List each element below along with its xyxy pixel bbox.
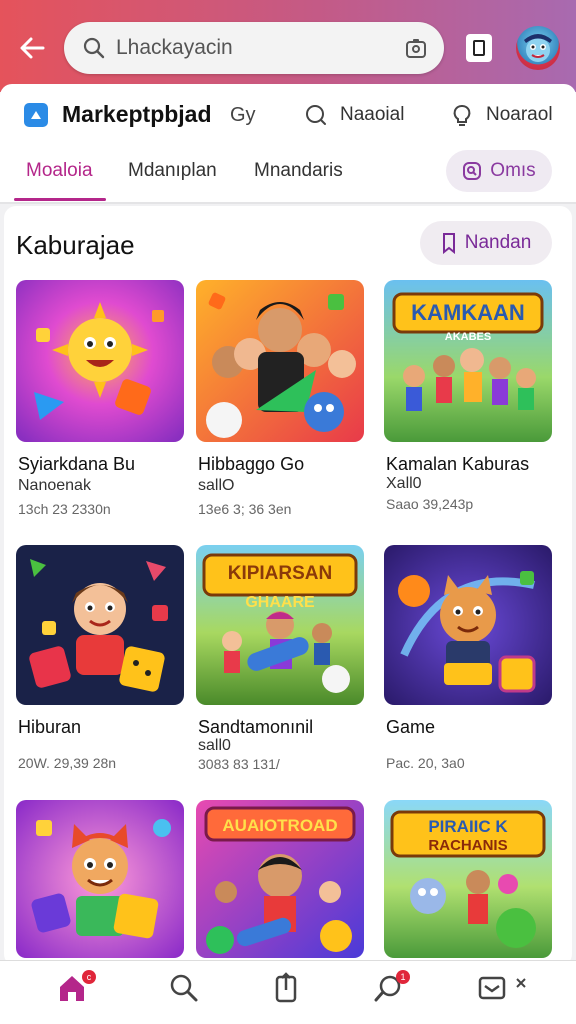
- divider: [0, 202, 576, 204]
- tab-mdaniplan[interactable]: Mdanıplan: [128, 160, 217, 182]
- thumb-banner-text: KAMKAAN: [411, 300, 525, 325]
- header-nav-label: Naaoial: [340, 104, 405, 125]
- app-thumbnail: PIRAIIC K RACHANIS: [384, 800, 552, 958]
- app-card[interactable]: AUAIOTROAD: [196, 800, 364, 960]
- app-card[interactable]: KAMKAAN AKABES Kamalan Kaburas Xall0 Saa…: [384, 280, 552, 530]
- nav-search-button[interactable]: [166, 970, 202, 1006]
- app-thumbnail: [196, 280, 364, 442]
- section-title: Kaburajae: [16, 230, 135, 260]
- tab-moaloia[interactable]: Moaloia: [26, 160, 93, 182]
- upload-icon: [275, 972, 297, 1003]
- app-meta: 13e6 3; 36 3en: [198, 501, 292, 517]
- app-meta: Pac. 20, 3a0: [386, 755, 465, 771]
- section-action-label: Nandan: [464, 232, 532, 253]
- avatar-face-icon: [524, 34, 552, 62]
- nav-inbox-button[interactable]: [474, 970, 510, 1006]
- app-subtitle: Nanoenak: [18, 477, 91, 494]
- thumb-banner-subtext: AKABES: [445, 331, 491, 343]
- app-title: Hibbaggo Go: [198, 454, 305, 474]
- app-title: Hiburan: [18, 717, 82, 737]
- thumb-banner-subtext: GHAARE: [245, 594, 315, 611]
- app-meta: 3083 83 131/: [198, 756, 280, 772]
- app-card[interactable]: Syiarkdana Bu Nanoenak 13ch 23 2330n: [16, 280, 184, 530]
- section-action-button[interactable]: Nandan: [420, 221, 552, 265]
- bookmark-icon: [442, 233, 455, 254]
- search-icon: [83, 37, 105, 59]
- app-thumbnail: [16, 280, 184, 442]
- more-indicator[interactable]: [514, 976, 528, 993]
- app-subtitle: Xall0: [386, 475, 422, 492]
- app-thumbnail: KIPIARSAN GHAARE: [196, 545, 364, 705]
- bookmark-icon: [473, 40, 485, 56]
- avatar[interactable]: [516, 26, 560, 70]
- search-icon: [170, 974, 198, 1002]
- bookmark-button[interactable]: [466, 34, 492, 62]
- app-card[interactable]: Hiburan 20W. 29,39 28n: [16, 545, 184, 785]
- app-title: Sandtamonınil: [198, 717, 314, 737]
- brand-title: Markeptpbjad: [62, 101, 212, 127]
- filter-pill-label: Omıs: [490, 160, 536, 181]
- filter-pill-button[interactable]: Omıs: [446, 150, 552, 192]
- app-meta: Saao 39,243p: [386, 496, 474, 512]
- app-card[interactable]: PIRAIIC K RACHANIS: [384, 800, 552, 960]
- thumb-banner-text: AUAIOTROAD: [222, 816, 337, 835]
- camera-icon[interactable]: [404, 36, 428, 60]
- search-bar[interactable]: [64, 22, 444, 74]
- app-title: Syiarkdana Bu: [18, 454, 136, 474]
- back-button[interactable]: [12, 28, 52, 68]
- app-card[interactable]: [16, 800, 184, 960]
- app-card[interactable]: Hibbaggo Go sallO 13e6 3; 36 3en: [196, 280, 364, 530]
- close-icon: [516, 978, 526, 988]
- app-logo-icon: [24, 103, 48, 127]
- active-tab-indicator: [14, 198, 106, 201]
- tab-mnandaris[interactable]: Mnandaris: [254, 160, 343, 182]
- app-thumbnail: [16, 800, 184, 958]
- app-thumbnail: AUAIOTROAD: [196, 800, 364, 958]
- chat-badge: 1: [396, 970, 410, 984]
- app-thumbnail: KAMKAAN AKABES: [384, 280, 552, 442]
- back-arrow-icon: [20, 37, 45, 59]
- app-subtitle: sall0: [198, 737, 231, 754]
- home-badge: c: [82, 970, 96, 984]
- header-nav-item-2[interactable]: Noaraol: [450, 100, 553, 130]
- app-thumbnail: [384, 545, 552, 705]
- app-thumbnail: [16, 545, 184, 705]
- header-nav-label: Noaraol: [486, 104, 553, 125]
- brand-suffix[interactable]: Gy: [230, 104, 256, 127]
- app-title: Game: [386, 717, 436, 737]
- header-nav-item-1[interactable]: Naaoial: [304, 100, 404, 130]
- app-subtitle: sallO: [198, 477, 235, 494]
- search-input[interactable]: [116, 36, 386, 60]
- app-card[interactable]: KIPIARSAN GHAARE Sandtamonınil sall0 308…: [196, 545, 364, 785]
- app-title: Kamalan Kaburas: [386, 454, 530, 474]
- search-icon: [463, 162, 482, 180]
- nav-upload-button[interactable]: [268, 970, 304, 1006]
- lightbulb-icon: [453, 105, 471, 126]
- search-icon: [306, 105, 326, 125]
- app-meta: 13ch 23 2330n: [18, 501, 111, 517]
- app-meta: 20W. 29,39 28n: [18, 755, 117, 771]
- app-card[interactable]: Game Pac. 20, 3a0: [384, 545, 552, 785]
- thumb-banner-text: PIRAIIC K: [428, 817, 508, 836]
- thumb-banner-text: KIPIARSAN: [228, 563, 333, 584]
- inbox-icon: [478, 976, 506, 1000]
- thumb-banner-subtext: RACHANIS: [428, 837, 507, 854]
